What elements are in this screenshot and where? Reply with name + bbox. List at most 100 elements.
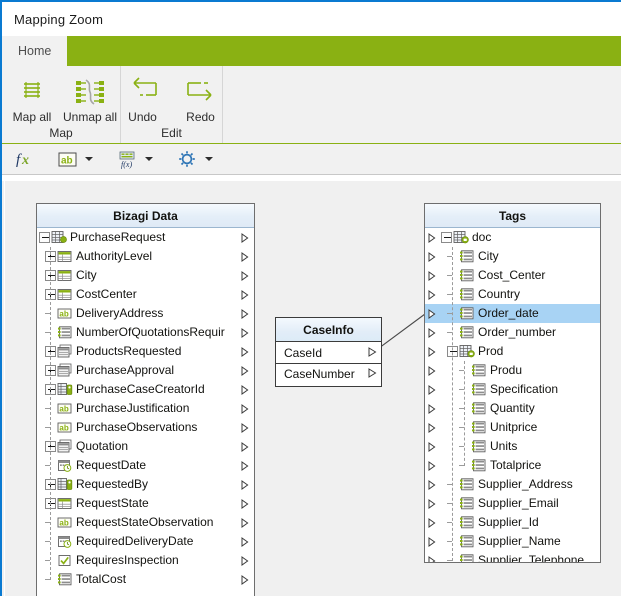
map-all-button[interactable]: Map all xyxy=(3,68,61,124)
undo-button[interactable]: Undo xyxy=(114,68,172,124)
node-connector-arrow-icon[interactable] xyxy=(428,480,436,490)
tab-home[interactable]: Home xyxy=(2,36,68,66)
node-connector-arrow-icon[interactable] xyxy=(241,556,249,566)
tree-row[interactable]: ab RequestStateObservation xyxy=(37,513,254,532)
node-connector-arrow-icon[interactable] xyxy=(428,309,436,319)
tree-node-label: Order_date xyxy=(478,306,539,320)
node-connector-arrow-icon[interactable] xyxy=(428,271,436,281)
date-icon xyxy=(57,458,73,473)
row-connector-cell xyxy=(238,513,252,532)
string-type-dropdown[interactable] xyxy=(82,147,96,171)
node-connector-arrow-icon[interactable] xyxy=(428,233,436,243)
function-button[interactable]: f x xyxy=(10,146,36,172)
tree-row[interactable]: ProductsRequested xyxy=(37,342,254,361)
node-connector-arrow-icon[interactable] xyxy=(241,575,249,585)
node-connector-arrow-icon[interactable] xyxy=(241,442,249,452)
node-connector-arrow-icon[interactable] xyxy=(241,499,249,509)
settings-button[interactable] xyxy=(174,146,200,172)
tree-node-label: AuthorityLevel xyxy=(76,249,153,263)
person-icon xyxy=(57,477,73,492)
tree-row[interactable]: Quotation xyxy=(37,437,254,456)
node-connector-arrow-icon[interactable] xyxy=(241,385,249,395)
node-connector-arrow-icon[interactable] xyxy=(241,404,249,414)
case-info-casenumber-connector-icon[interactable] xyxy=(368,367,377,381)
bizagi-data-tree[interactable]: PurchaseRequest AuthorityLevel City Cost… xyxy=(37,228,254,596)
node-connector-arrow-icon[interactable] xyxy=(428,347,436,357)
tree-node-label: RequiredDeliveryDate xyxy=(76,534,194,548)
format-dropdown[interactable] xyxy=(142,147,156,171)
tree-row[interactable]: ab PurchaseObservations xyxy=(37,418,254,437)
tree-row[interactable]: RequiresInspection xyxy=(37,551,254,570)
tree-row[interactable]: AuthorityLevel xyxy=(37,247,254,266)
tree-row[interactable]: ab DeliveryAddress xyxy=(37,304,254,323)
row-connector-cell xyxy=(238,551,252,570)
format-button[interactable]: f(x) xyxy=(114,146,140,172)
node-connector-arrow-icon[interactable] xyxy=(428,366,436,376)
tree-row[interactable]: City xyxy=(37,266,254,285)
node-connector-arrow-icon[interactable] xyxy=(241,328,249,338)
tree-row[interactable]: RequestState xyxy=(37,494,254,513)
node-connector-arrow-icon[interactable] xyxy=(428,461,436,471)
node-connector-arrow-icon[interactable] xyxy=(428,442,436,452)
tree-row[interactable]: PurchaseApproval xyxy=(37,361,254,380)
string-type-button[interactable]: ab xyxy=(54,146,80,172)
node-connector-arrow-icon[interactable] xyxy=(428,499,436,509)
tree-node-label: PurchaseCaseCreatorId xyxy=(76,382,205,396)
tags-tree[interactable]: doc City Cost_Center Country Order_date … xyxy=(425,228,600,562)
case-info-row-caseid[interactable]: CaseId xyxy=(276,342,381,363)
node-connector-arrow-icon[interactable] xyxy=(241,537,249,547)
node-connector-arrow-icon[interactable] xyxy=(428,328,436,338)
row-connector-cell xyxy=(425,423,439,433)
node-connector-arrow-icon[interactable] xyxy=(428,556,436,562)
mapping-canvas[interactable]: Bizagi Data PurchaseRequest AuthorityLev… xyxy=(2,181,621,596)
node-connector-arrow-icon[interactable] xyxy=(241,461,249,471)
node-connector-arrow-icon[interactable] xyxy=(241,290,249,300)
tree-node-label: CostCenter xyxy=(76,287,137,301)
node-connector-arrow-icon[interactable] xyxy=(241,518,249,528)
node-connector-arrow-icon[interactable] xyxy=(428,404,436,414)
collapse-node-icon[interactable] xyxy=(441,232,452,243)
collapse-node-icon[interactable] xyxy=(39,232,50,243)
expression-toolbar: f x ab f(x) xyxy=(2,144,621,175)
tree-row[interactable]: doc xyxy=(425,228,600,247)
tags-panel-title: Tags xyxy=(425,204,600,228)
tree-row[interactable]: RequestedBy xyxy=(37,475,254,494)
node-connector-arrow-icon[interactable] xyxy=(241,423,249,433)
node-connector-arrow-icon[interactable] xyxy=(241,347,249,357)
case-info-caseid-connector-icon[interactable] xyxy=(368,346,377,360)
settings-dropdown[interactable] xyxy=(202,147,216,171)
node-connector-arrow-icon[interactable] xyxy=(241,309,249,319)
node-connector-arrow-icon[interactable] xyxy=(428,290,436,300)
redo-button[interactable]: Redo xyxy=(172,68,230,124)
tree-node-label: PurchaseJustification xyxy=(76,401,190,415)
table-icon xyxy=(57,287,73,302)
tree-row[interactable]: RequiredDeliveryDate xyxy=(37,532,254,551)
unmap-all-button[interactable]: Unmap all xyxy=(61,68,119,124)
node-connector-arrow-icon[interactable] xyxy=(428,537,436,547)
node-connector-arrow-icon[interactable] xyxy=(241,233,249,243)
mapping-canvas-surface[interactable]: Bizagi Data PurchaseRequest AuthorityLev… xyxy=(4,181,619,596)
tree-row[interactable]: CostCenter xyxy=(37,285,254,304)
node-connector-arrow-icon[interactable] xyxy=(241,252,249,262)
element-icon xyxy=(471,420,487,435)
tree-row[interactable]: TotalCost xyxy=(37,570,254,589)
tree-node-label: Supplier_Telephone xyxy=(478,553,585,563)
case-info-row-casenumber[interactable]: CaseNumber xyxy=(276,363,381,384)
node-connector-arrow-icon[interactable] xyxy=(428,252,436,262)
row-connector-cell xyxy=(425,499,439,509)
row-connector-cell xyxy=(238,437,252,456)
tree-row[interactable]: NumberOfQuotationsRequir xyxy=(37,323,254,342)
node-connector-arrow-icon[interactable] xyxy=(241,480,249,490)
node-connector-arrow-icon[interactable] xyxy=(241,271,249,281)
tree-row[interactable]: ab PurchaseJustification xyxy=(37,399,254,418)
tree-row[interactable]: PurchaseRequest xyxy=(37,228,254,247)
node-connector-arrow-icon[interactable] xyxy=(428,385,436,395)
tree-node-label: ProductsRequested xyxy=(76,344,182,358)
node-connector-arrow-icon[interactable] xyxy=(428,423,436,433)
node-connector-arrow-icon[interactable] xyxy=(428,518,436,528)
tree-row[interactable]: RequestDate xyxy=(37,456,254,475)
tree-row[interactable]: PurchaseCaseCreatorId xyxy=(37,380,254,399)
case-info-node[interactable]: CaseInfo CaseId CaseNumber xyxy=(275,317,382,387)
node-connector-arrow-icon[interactable] xyxy=(241,366,249,376)
svg-text:ab: ab xyxy=(61,155,73,166)
